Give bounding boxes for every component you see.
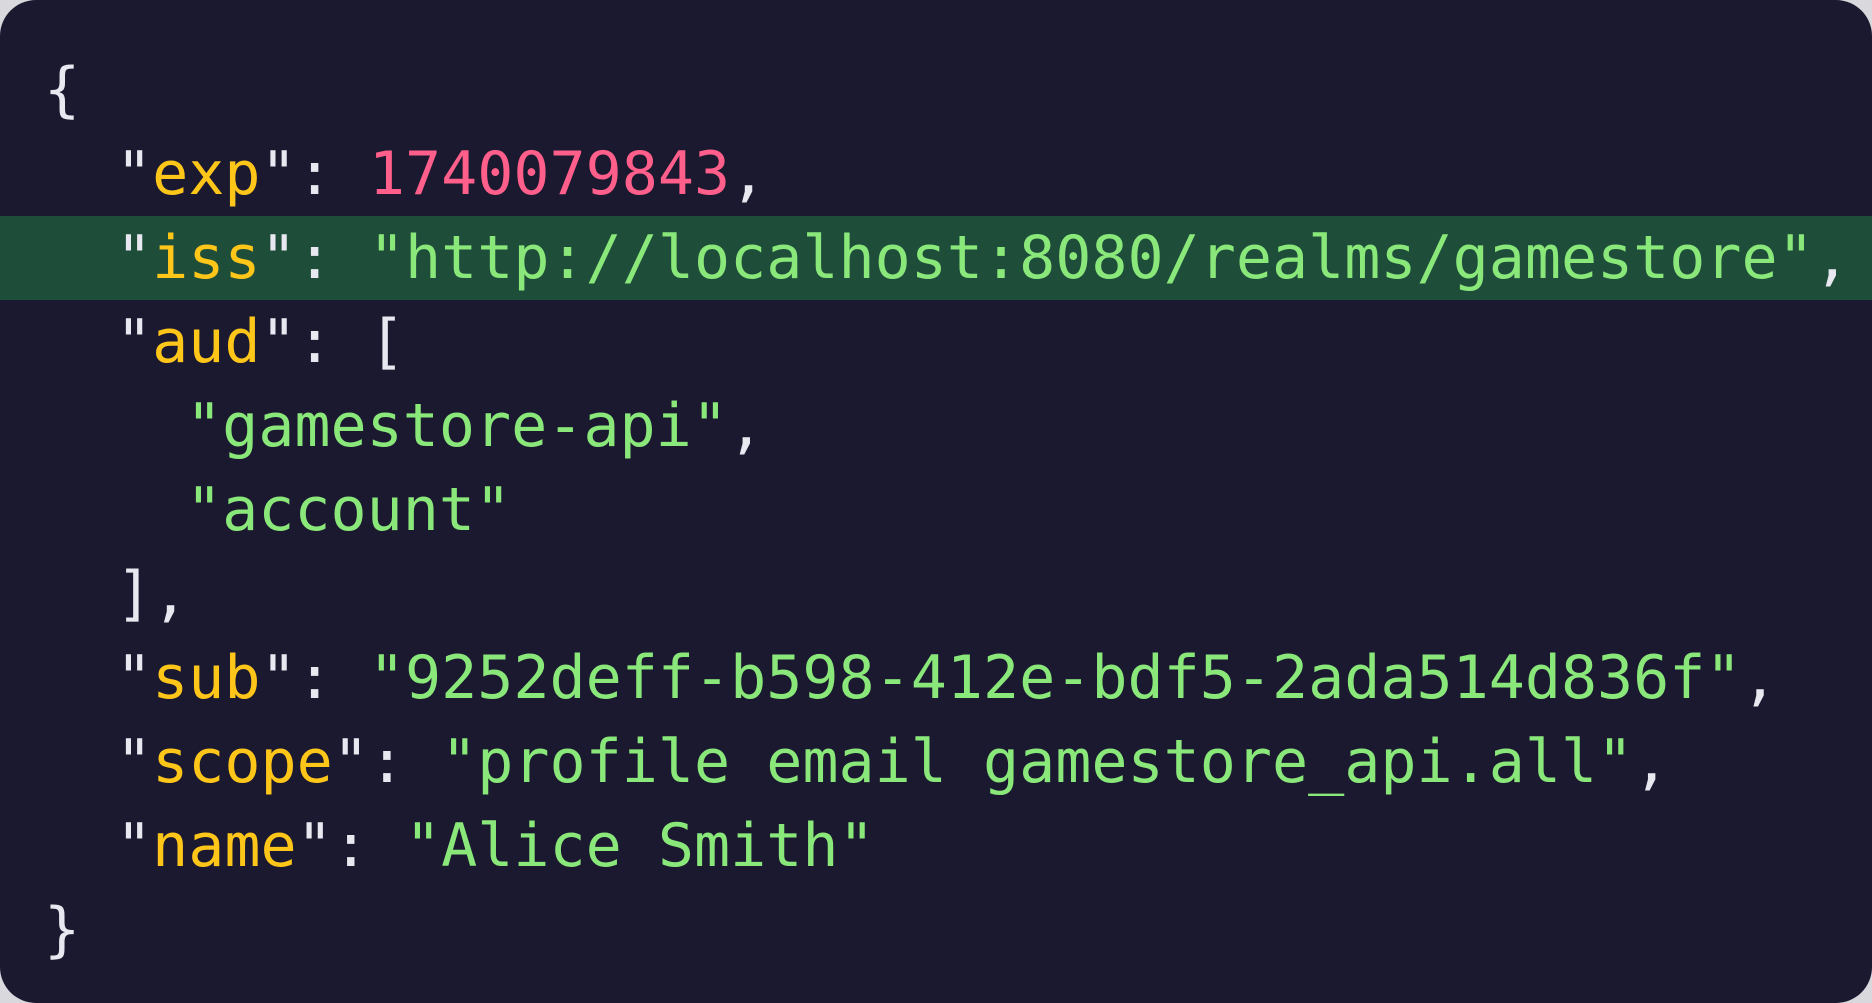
json-key-aud: aud [152, 307, 261, 377]
json-key-scope: scope [152, 727, 333, 797]
code-line-aud-close: ], [0, 552, 1872, 636]
code-line-aud-item: "gamestore-api", [186, 391, 764, 461]
aud-close-bracket: ], [116, 559, 189, 629]
code-line-sub: "sub": "9252deff-b598-412e-bdf5-2ada514d… [116, 643, 1778, 713]
json-key-iss: iss [152, 223, 261, 293]
json-array-item: account [222, 475, 475, 545]
json-key-name: name [152, 811, 297, 881]
json-code-block: { "exp": 1740079843, "iss": "http://loca… [0, 48, 1872, 972]
code-line-exp: "exp": 1740079843, [116, 139, 767, 209]
json-key-sub: sub [152, 643, 261, 713]
code-line-scope: "scope": "profile email gamestore_api.al… [116, 727, 1670, 797]
aud-open-bracket: [ [368, 307, 405, 377]
close-brace: } [44, 895, 81, 965]
json-key-exp: exp [152, 139, 261, 209]
code-line-name: "name": "Alice Smith" [116, 811, 875, 881]
code-line-open-brace: { [0, 48, 1872, 132]
json-value-exp: 1740079843 [368, 139, 731, 209]
code-line-close-brace: } [0, 888, 1872, 972]
json-value-name: Alice Smith [441, 811, 839, 881]
code-line-aud: "aud": [ [116, 307, 405, 377]
open-brace: { [44, 55, 81, 125]
json-value-scope: profile email gamestore_api.all [477, 727, 1598, 797]
json-array-item: gamestore-api [222, 391, 692, 461]
code-panel: { "exp": 1740079843, "iss": "http://loca… [0, 0, 1872, 1003]
code-line-aud-item: "account" [186, 475, 512, 545]
json-value-sub: 9252deff-b598-412e-bdf5-2ada514d836f [405, 643, 1706, 713]
json-value-iss: http://localhost:8080/realms/gamestore [405, 223, 1778, 293]
code-line-iss-highlighted: "iss": "http://localhost:8080/realms/gam… [0, 216, 1872, 300]
